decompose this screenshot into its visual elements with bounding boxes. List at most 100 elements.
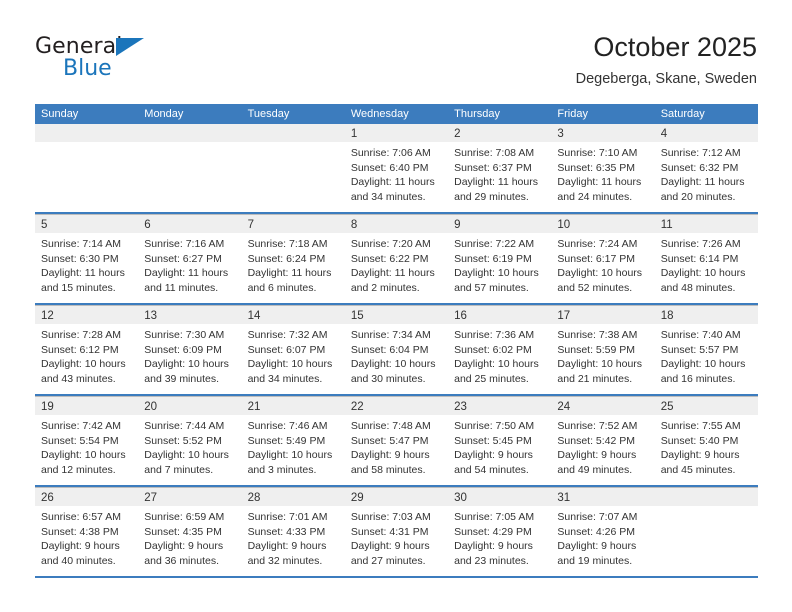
daylight-text-line1: Daylight: 11 hours <box>247 267 332 279</box>
day-number: 20 <box>144 401 158 413</box>
page-title: October 2025 <box>593 32 757 62</box>
sunset-text: Sunset: 6:17 PM <box>557 252 636 265</box>
brand-logo[interactable]: General Blue <box>35 34 225 86</box>
triangle-icon <box>116 38 144 56</box>
day-details: Sunrise: 7:20 AM Sunset: 6:22 PM Daylight:… <box>345 233 448 295</box>
weekday-header-monday: Monday <box>144 108 184 120</box>
sunrise-text: Sunrise: 7:08 AM <box>454 147 535 159</box>
day-details: Sunrise: 7:26 AM Sunset: 6:14 PM Daylight:… <box>655 233 758 295</box>
day-details: Sunrise: 7:22 AM Sunset: 6:19 PM Daylight:… <box>448 233 551 295</box>
day-details: Sunrise: 7:10 AM Sunset: 6:35 PM Daylight:… <box>551 142 654 204</box>
sunrise-text: Sunrise: 7:30 AM <box>144 329 225 341</box>
day-cell[interactable]: 27 Sunrise: 6:59 AM Sunset: 4:35 PM Dayligh… <box>138 488 242 576</box>
daylight-text-line1: Daylight: 11 hours <box>144 267 229 279</box>
sunrise-text: Sunrise: 7:20 AM <box>350 238 431 250</box>
daylight-text-line2: and 40 minutes. <box>41 554 116 567</box>
day-cell[interactable]: 6 Sunrise: 7:16 AM Sunset: 6:27 PM Daylight… <box>138 215 242 303</box>
day-details: Sunrise: 7:46 AM Sunset: 5:49 PM Daylight:… <box>242 415 345 477</box>
day-cell[interactable]: 25 Sunrise: 7:55 AM Sunset: 5:40 PM Dayligh… <box>654 397 758 485</box>
sunrise-text: Sunrise: 7:06 AM <box>350 147 431 159</box>
calendar-week-row: 12 Sunrise: 7:28 AM Sunset: 6:12 PM Dayligh… <box>35 305 758 396</box>
day-cell[interactable]: 16 Sunrise: 7:36 AM Sunset: 6:02 PM Dayligh… <box>448 306 552 394</box>
day-cell[interactable]: 29 Sunrise: 7:03 AM Sunset: 4:31 PM Dayligh… <box>344 488 449 576</box>
day-cell[interactable]: 30 Sunrise: 7:05 AM Sunset: 4:29 PM Dayligh… <box>448 488 552 576</box>
daylight-text-line1: Daylight: 11 hours <box>41 267 125 279</box>
sunrise-text: Sunrise: 7:12 AM <box>660 147 741 159</box>
day-number: 1 <box>350 128 358 140</box>
day-cell[interactable]: 5 Sunrise: 7:14 AM Sunset: 6:30 PM Daylight… <box>35 215 139 303</box>
day-cell[interactable]: 19 Sunrise: 7:42 AM Sunset: 5:54 PM Dayligh… <box>35 397 139 485</box>
daylight-text-line1: Daylight: 10 hours <box>660 358 746 370</box>
daylight-text-line2: and 11 minutes. <box>144 281 219 294</box>
day-number: 9 <box>454 219 461 231</box>
day-number: 17 <box>557 310 571 322</box>
day-details <box>138 142 241 146</box>
sunrise-text: Sunrise: 7:48 AM <box>350 420 431 432</box>
day-cell[interactable]: 17 Sunrise: 7:38 AM Sunset: 5:59 PM Dayligh… <box>551 306 655 394</box>
day-number: 31 <box>557 492 571 504</box>
day-cell[interactable]: 12 Sunrise: 7:28 AM Sunset: 6:12 PM Dayligh… <box>35 306 139 394</box>
day-cell[interactable]: 24 Sunrise: 7:52 AM Sunset: 5:42 PM Dayligh… <box>551 397 655 485</box>
day-cell[interactable]: 15 Sunrise: 7:34 AM Sunset: 6:04 PM Dayligh… <box>344 306 449 394</box>
day-number: 12 <box>41 310 54 322</box>
day-details: Sunrise: 7:52 AM Sunset: 5:42 PM Daylight:… <box>551 415 654 477</box>
day-cell[interactable]: 3 Sunrise: 7:10 AM Sunset: 6:35 PM Daylight… <box>551 124 655 212</box>
daylight-text-line2: and 25 minutes. <box>454 372 529 385</box>
day-number-band: 5 <box>35 215 139 233</box>
day-number-band: 8 <box>344 215 449 233</box>
brand-name-blue: Blue <box>63 56 112 81</box>
day-cell[interactable]: 4 Sunrise: 7:12 AM Sunset: 6:32 PM Daylight… <box>654 124 758 212</box>
day-cell[interactable]: 23 Sunrise: 7:50 AM Sunset: 5:45 PM Dayligh… <box>448 397 552 485</box>
daylight-text-line2: and 30 minutes. <box>350 372 426 385</box>
day-number-band: 17 <box>551 306 655 324</box>
daylight-text-line1: Daylight: 10 hours <box>144 358 229 370</box>
day-cell[interactable]: 22 Sunrise: 7:48 AM Sunset: 5:47 PM Dayligh… <box>344 397 449 485</box>
day-cell[interactable]: 2 Sunrise: 7:08 AM Sunset: 6:37 PM Daylight… <box>448 124 552 212</box>
day-details: Sunrise: 7:08 AM Sunset: 6:37 PM Daylight:… <box>448 142 551 204</box>
day-cell[interactable]: 20 Sunrise: 7:44 AM Sunset: 5:52 PM Dayligh… <box>138 397 242 485</box>
sunset-text: Sunset: 6:30 PM <box>41 252 119 265</box>
day-number-band <box>138 124 242 142</box>
daylight-text-line1: Daylight: 10 hours <box>454 358 539 370</box>
day-cell[interactable]: 31 Sunrise: 7:07 AM Sunset: 4:26 PM Dayligh… <box>551 488 655 576</box>
daylight-text-line1: Daylight: 11 hours <box>350 267 435 279</box>
daylight-text-line1: Daylight: 9 hours <box>660 449 740 461</box>
day-number: 6 <box>144 219 151 231</box>
day-number: 24 <box>557 401 571 413</box>
day-cell[interactable]: 21 Sunrise: 7:46 AM Sunset: 5:49 PM Dayligh… <box>241 397 345 485</box>
day-cell[interactable]: 26 Sunrise: 6:57 AM Sunset: 4:38 PM Dayligh… <box>35 488 139 576</box>
daylight-text-line1: Daylight: 10 hours <box>247 358 333 370</box>
day-number: 11 <box>660 219 673 231</box>
day-cell[interactable]: 8 Sunrise: 7:20 AM Sunset: 6:22 PM Daylight… <box>344 215 449 303</box>
sunrise-text: Sunrise: 7:01 AM <box>247 511 328 523</box>
day-number: 7 <box>247 219 254 231</box>
day-details: Sunrise: 7:24 AM Sunset: 6:17 PM Daylight:… <box>551 233 654 295</box>
day-cell[interactable]: 13 Sunrise: 7:30 AM Sunset: 6:09 PM Dayligh… <box>138 306 242 394</box>
sunrise-text: Sunrise: 7:05 AM <box>454 511 535 523</box>
day-cell[interactable]: 10 Sunrise: 7:24 AM Sunset: 6:17 PM Dayligh… <box>551 215 655 303</box>
calendar-week-row: 5 Sunrise: 7:14 AM Sunset: 6:30 PM Daylight… <box>35 214 758 305</box>
sunset-text: Sunset: 5:47 PM <box>350 434 429 447</box>
sunrise-text: Sunrise: 7:18 AM <box>247 238 328 250</box>
daylight-text-line1: Daylight: 9 hours <box>454 449 533 461</box>
sunset-text: Sunset: 6:02 PM <box>454 343 532 356</box>
day-cell[interactable]: 1 Sunrise: 7:06 AM Sunset: 6:40 PM Daylight… <box>344 124 449 212</box>
daylight-text-line2: and 12 minutes. <box>41 463 116 476</box>
daylight-text-line1: Daylight: 11 hours <box>660 176 745 188</box>
day-cell[interactable]: 14 Sunrise: 7:32 AM Sunset: 6:07 PM Dayligh… <box>241 306 345 394</box>
sunrise-text: Sunrise: 7:42 AM <box>41 420 121 432</box>
sunset-text: Sunset: 5:42 PM <box>557 434 636 447</box>
day-cell[interactable]: 18 Sunrise: 7:40 AM Sunset: 5:57 PM Dayligh… <box>654 306 758 394</box>
day-details: Sunrise: 7:40 AM Sunset: 5:57 PM Daylight:… <box>655 324 758 386</box>
sunset-text: Sunset: 4:38 PM <box>41 525 119 538</box>
sunrise-text: Sunrise: 7:28 AM <box>41 329 121 341</box>
day-details: Sunrise: 7:55 AM Sunset: 5:40 PM Daylight:… <box>655 415 758 477</box>
weekday-header-tuesday: Tuesday <box>247 108 290 120</box>
sunrise-text: Sunrise: 6:57 AM <box>41 511 121 523</box>
day-cell[interactable]: 7 Sunrise: 7:18 AM Sunset: 6:24 PM Daylight… <box>241 215 345 303</box>
sunrise-text: Sunrise: 7:32 AM <box>247 329 328 341</box>
day-cell[interactable]: 11 Sunrise: 7:26 AM Sunset: 6:14 PM Dayligh… <box>654 215 758 303</box>
day-number-band: 2 <box>448 124 552 142</box>
day-cell[interactable]: 9 Sunrise: 7:22 AM Sunset: 6:19 PM Daylight… <box>448 215 552 303</box>
day-cell[interactable]: 28 Sunrise: 7:01 AM Sunset: 4:33 PM Dayligh… <box>241 488 345 576</box>
